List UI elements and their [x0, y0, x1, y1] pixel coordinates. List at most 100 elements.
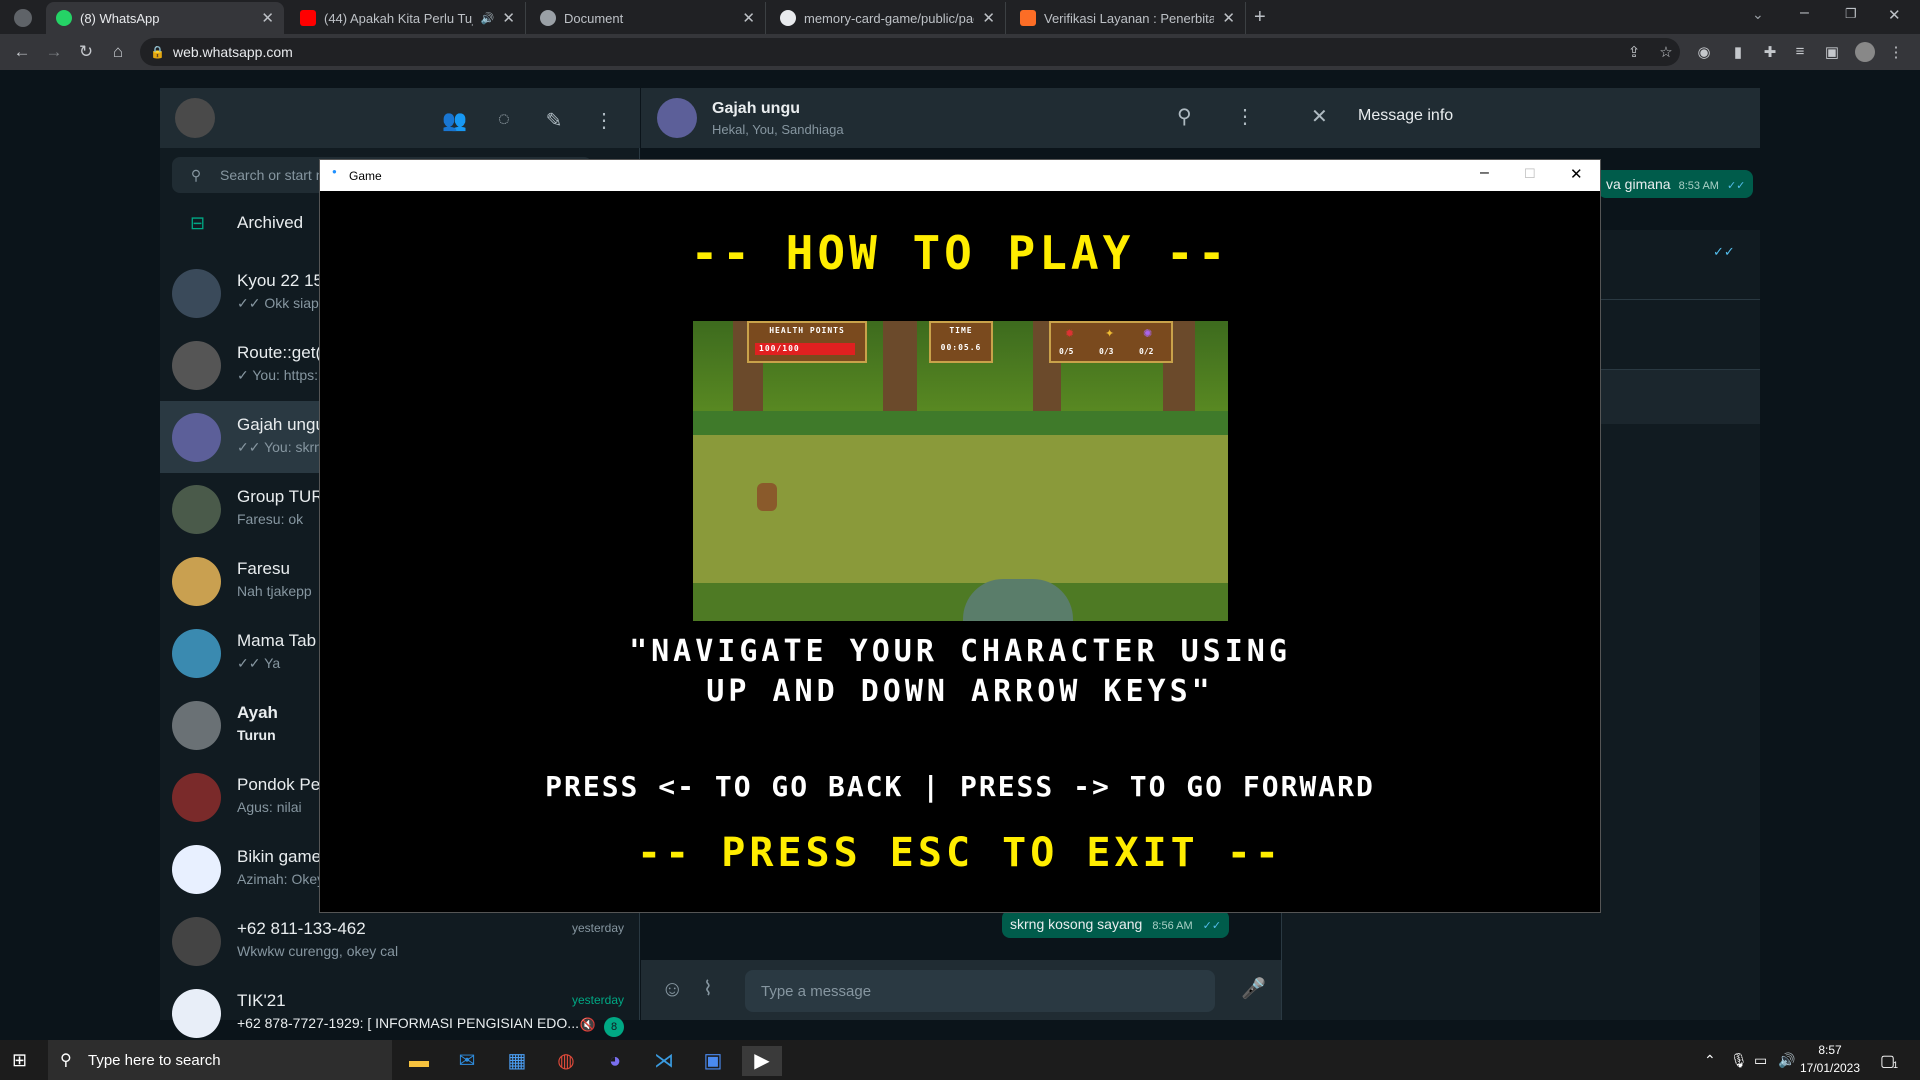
close-button[interactable]: ✕ [1570, 165, 1583, 183]
chat-name: Bikin game [237, 847, 322, 866]
game-preview-image: HEALTH POINTS 100/100 TIME 00:05.6 ✹ ✦ ✺… [693, 321, 1228, 621]
chat-preview: Wkwkw curengg, okey cal [237, 943, 399, 959]
muted-icon: 🔇 [579, 1017, 596, 1032]
tab-search-icon[interactable]: ⌄ [1752, 6, 1764, 23]
vscode-icon[interactable]: ⋊ [644, 1046, 684, 1076]
forward-icon[interactable]: → [44, 42, 64, 62]
restore-button[interactable]: ❐ [1845, 6, 1857, 22]
tab-title: memory-card-game/public/page [804, 10, 975, 26]
discord-icon[interactable]: ◕ [595, 1046, 635, 1076]
file-explorer-icon[interactable]: ▬ [399, 1046, 439, 1076]
back-icon[interactable]: ← [12, 42, 32, 62]
address-bar[interactable]: 🔒 web.whatsapp.com [140, 38, 1680, 66]
microphone-icon[interactable]: 🎙 [1730, 1052, 1748, 1069]
collectibles-panel: ✹ ✦ ✺ 0/5 0/3 0/2 [1049, 321, 1173, 363]
bug-icon: ✹ [1065, 328, 1075, 340]
chat-avatar [172, 269, 221, 318]
side-panel-icon[interactable]: ▣ [1822, 43, 1842, 61]
tab-verifikasi[interactable]: Verifikasi Layanan : Penerbitan SK ✕ [1010, 2, 1246, 34]
search-icon: ⚲ [60, 1052, 72, 1069]
emoji-icon[interactable]: ☺ [661, 976, 683, 1002]
close-icon[interactable]: ✕ [1311, 104, 1328, 129]
menu-icon[interactable]: ⋮ [592, 108, 616, 132]
reload-icon[interactable]: ↻ [76, 42, 96, 62]
tab-document[interactable]: Document ✕ [530, 2, 766, 34]
media-control-icon[interactable]: ≡ [1790, 43, 1810, 61]
attach-icon[interactable]: ⌇ [703, 976, 713, 1001]
close-tab-icon[interactable]: ✕ [1222, 9, 1235, 27]
group-avatar[interactable] [657, 98, 697, 138]
communities-icon[interactable]: 👥 [442, 108, 467, 132]
chat-name: Group TUR [237, 487, 324, 506]
close-tab-icon[interactable]: ✕ [502, 9, 515, 27]
maximize-button[interactable]: ☐ [1524, 166, 1536, 182]
game-title-bar: ● Game – ☐ ✕ [320, 160, 1600, 191]
message-info-header: ✕ Message info [1281, 88, 1760, 148]
store-icon[interactable]: ▦ [497, 1046, 537, 1076]
chat-list-item[interactable]: TIK'21 +62 878-7727-1929: [ INFORMASI PEN… [160, 977, 640, 1049]
double-check-icon: ✓✓ [1202, 920, 1222, 932]
chrome-icon[interactable]: ◍ [546, 1046, 586, 1076]
home-icon[interactable]: ⌂ [108, 42, 128, 62]
app-icon[interactable]: ▣ [693, 1046, 733, 1076]
exit-instruction: -- PRESS ESC TO EXIT -- [637, 830, 1283, 876]
mail-icon[interactable]: ✉ [447, 1046, 487, 1076]
taskbar-search[interactable]: ⚲ Type here to search [48, 1040, 392, 1080]
profile-icon[interactable] [14, 9, 32, 27]
menu-icon[interactable]: ⋮ [1886, 43, 1906, 61]
search-icon[interactable]: ⚲ [1177, 104, 1192, 129]
windows-start-icon[interactable]: ⊞ [12, 1050, 27, 1071]
chat-list-item[interactable]: +62 811-133-462 Wkwkw curengg, okey cal ye… [160, 905, 640, 977]
health-panel: HEALTH POINTS 100/100 [747, 321, 867, 363]
chat-avatar [172, 989, 221, 1038]
foreground-grass [693, 583, 1228, 621]
volume-icon[interactable]: 🔊 [1778, 1052, 1795, 1069]
profile-avatar[interactable] [1855, 42, 1875, 62]
camera-extension-icon[interactable]: ◉ [1694, 43, 1714, 61]
tab-github[interactable]: memory-card-game/public/page ✕ [770, 2, 1006, 34]
new-chat-icon[interactable]: ✎ [542, 108, 566, 132]
tab-youtube[interactable]: (44) Apakah Kita Perlu Tujuan 🔊 ✕ [290, 2, 526, 34]
menu-icon[interactable]: ⋮ [1235, 104, 1255, 129]
whatsapp-icon [56, 10, 72, 26]
close-window-button[interactable]: ✕ [1888, 6, 1901, 24]
browser-tab-bar: (8) WhatsApp ✕ (44) Apakah Kita Perlu Tu… [0, 0, 1920, 34]
archived-label[interactable]: Archived [237, 213, 303, 233]
puzzle-icon[interactable]: ✚ [1760, 43, 1780, 61]
clock-date[interactable]: 17/01/2023 [1796, 1061, 1864, 1075]
status-icon[interactable]: ◌ [492, 108, 516, 132]
chat-name: Route::get( [237, 343, 322, 362]
bookmark-star-icon[interactable]: ☆ [1656, 43, 1676, 61]
message-input[interactable]: Type a message [745, 970, 1215, 1012]
close-tab-icon[interactable]: ✕ [261, 9, 274, 27]
counter-bird: 0/3 [1099, 347, 1114, 356]
tab-whatsapp[interactable]: (8) WhatsApp ✕ [46, 2, 284, 34]
user-avatar[interactable] [175, 98, 215, 138]
broadcast-icon [540, 10, 556, 26]
clock-time[interactable]: 8:57 [1800, 1043, 1860, 1057]
youtube-icon [300, 10, 316, 26]
network-icon[interactable]: ▭ [1754, 1052, 1767, 1069]
close-tab-icon[interactable]: ✕ [982, 9, 995, 27]
chat-avatar [172, 341, 221, 390]
tray-chevron-icon[interactable]: ⌃ [1704, 1052, 1716, 1069]
message-placeholder: Type a message [761, 982, 872, 1000]
bushes [693, 411, 1228, 435]
health-value: 100/100 [759, 344, 800, 353]
microphone-icon[interactable]: 🎤 [1241, 976, 1266, 1001]
new-tab-button[interactable]: + [1254, 6, 1266, 29]
game-app-icon[interactable]: ▶ [742, 1046, 782, 1076]
close-tab-icon[interactable]: ✕ [742, 9, 755, 27]
minimize-button[interactable]: – [1800, 4, 1809, 22]
tab-title: (44) Apakah Kita Perlu Tujuan [324, 10, 473, 26]
chat-avatar [172, 557, 221, 606]
speaker-icon[interactable]: 🔊 [481, 12, 495, 25]
tab-title: Document [564, 10, 624, 26]
notification-count: 1 [1893, 1060, 1899, 1070]
gitlab-icon [1020, 10, 1036, 26]
minimize-button[interactable]: – [1480, 164, 1489, 182]
extension-icon[interactable]: ▮ [1728, 43, 1748, 61]
share-icon[interactable]: ⇪ [1624, 43, 1644, 61]
conversation-header[interactable]: Gajah ungu Hekal, You, Sandhiaga ⚲ ⋮ [641, 88, 1281, 148]
message-bubble[interactable]: skrng kosong sayang 8:56 AM ✓✓ [1002, 910, 1230, 938]
